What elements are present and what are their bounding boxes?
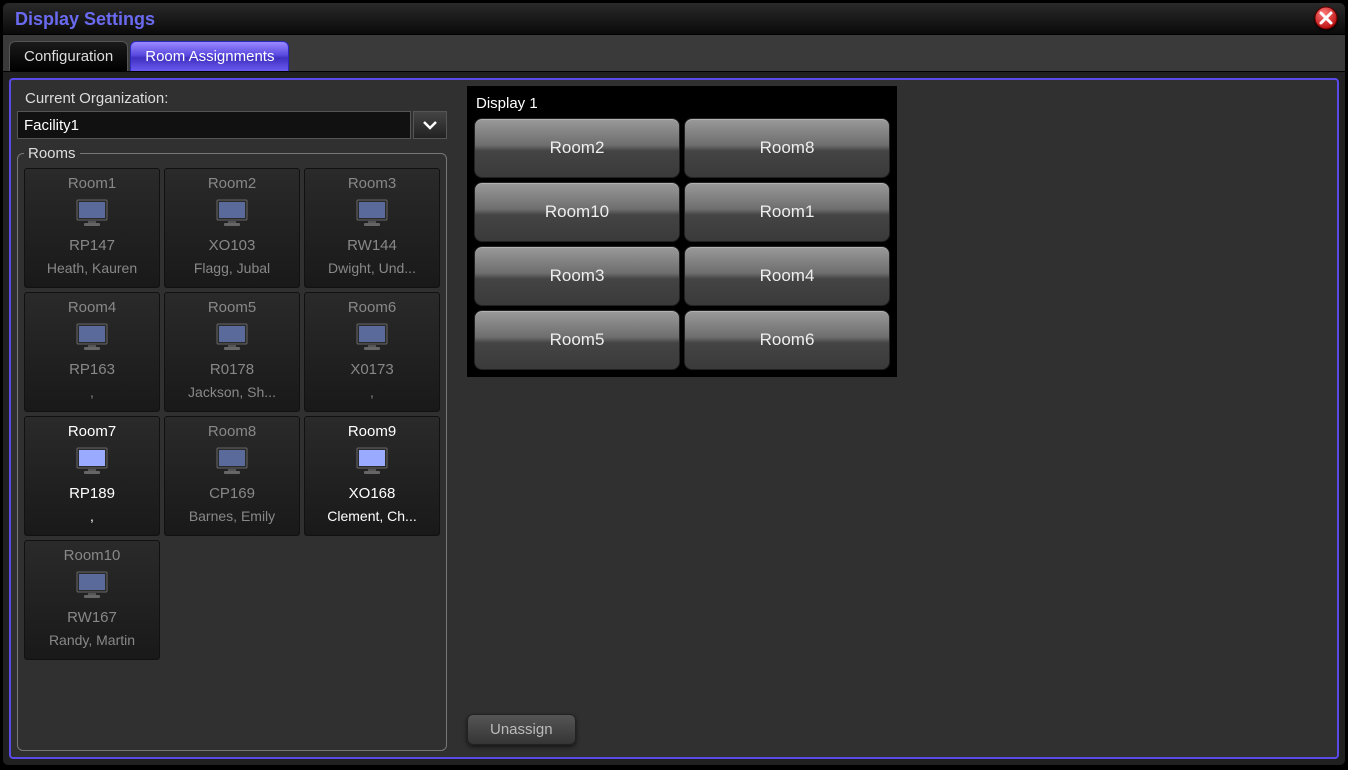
display-title: Display 1 (476, 95, 890, 112)
room-card[interactable]: Room1 RP147 Heath, Kauren (24, 168, 160, 288)
window: Display Settings Configuration Room Assi… (2, 2, 1346, 766)
room-person: , (27, 508, 157, 524)
room-name: Room7 (27, 423, 157, 440)
display-slot[interactable]: Room3 (474, 246, 680, 306)
titlebar: Display Settings (3, 3, 1345, 35)
org-dropdown (17, 111, 447, 139)
display-slot[interactable]: Room4 (684, 246, 890, 306)
monitor-icon (355, 320, 389, 354)
display-slot[interactable]: Room1 (684, 182, 890, 242)
room-card[interactable]: Room6 X0173, (304, 292, 440, 412)
room-person: Dwight, Und... (307, 260, 437, 276)
room-person: Randy, Martin (27, 632, 157, 648)
close-icon (1313, 6, 1339, 30)
content-area: Current Organization: Rooms Room1 RP147 H… (9, 78, 1339, 759)
rooms-fieldset: Rooms Room1 RP147 Heath, Kauren Room2 XO10… (17, 145, 447, 751)
room-person: , (307, 384, 437, 400)
monitor-icon (75, 444, 109, 478)
room-code: RP163 (27, 361, 157, 378)
room-code: RW167 (27, 609, 157, 626)
room-card[interactable]: Room10 RW167 Randy, Martin (24, 540, 160, 660)
monitor-icon (75, 568, 109, 602)
tab-configuration[interactable]: Configuration (9, 41, 128, 71)
room-name: Room4 (27, 299, 157, 316)
display-panel: Display 1 Room2Room8Room10Room1Room3Room… (467, 86, 897, 377)
room-person: Barnes, Emily (167, 508, 297, 524)
room-code: RP189 (27, 485, 157, 502)
window-title: Display Settings (15, 9, 155, 29)
room-person: Heath, Kauren (27, 260, 157, 276)
chevron-down-icon (422, 119, 438, 131)
right-column: Display 1 Room2Room8Room10Room1Room3Room… (447, 86, 1331, 751)
rooms-legend: Rooms (24, 145, 80, 162)
room-person: , (27, 384, 157, 400)
monitor-icon (215, 320, 249, 354)
org-label: Current Organization: (25, 90, 447, 107)
room-card[interactable]: Room2 XO103 Flagg, Jubal (164, 168, 300, 288)
display-slot[interactable]: Room6 (684, 310, 890, 370)
room-code: X0173 (307, 361, 437, 378)
room-card[interactable]: Room7 RP189, (24, 416, 160, 536)
display-slot[interactable]: Room8 (684, 118, 890, 178)
left-column: Current Organization: Rooms Room1 RP147 H… (17, 86, 447, 751)
slot-grid: Room2Room8Room10Room1Room3Room4Room5Room… (474, 118, 890, 370)
room-card[interactable]: Room9 XO168 Clement, Ch... (304, 416, 440, 536)
tab-room-assignments[interactable]: Room Assignments (130, 41, 289, 71)
display-slot[interactable]: Room10 (474, 182, 680, 242)
org-dropdown-value[interactable] (17, 111, 411, 139)
display-slot[interactable]: Room2 (474, 118, 680, 178)
room-person: Clement, Ch... (307, 508, 437, 524)
close-button[interactable] (1311, 5, 1341, 31)
tabbar: Configuration Room Assignments (3, 35, 1345, 72)
rooms-grid: Room1 RP147 Heath, Kauren Room2 XO103 Flagg… (24, 168, 440, 660)
room-code: R0178 (167, 361, 297, 378)
room-name: Room9 (307, 423, 437, 440)
room-name: Room5 (167, 299, 297, 316)
room-card[interactable]: Room3 RW144 Dwight, Und... (304, 168, 440, 288)
monitor-icon (215, 196, 249, 230)
room-code: CP169 (167, 485, 297, 502)
unassign-button[interactable]: Unassign (467, 714, 576, 745)
room-card[interactable]: Room5 R0178 Jackson, Sh... (164, 292, 300, 412)
room-code: RP147 (27, 237, 157, 254)
org-dropdown-toggle[interactable] (413, 111, 447, 139)
monitor-icon (75, 196, 109, 230)
monitor-icon (75, 320, 109, 354)
room-code: XO103 (167, 237, 297, 254)
room-code: RW144 (307, 237, 437, 254)
room-name: Room8 (167, 423, 297, 440)
room-person: Jackson, Sh... (167, 384, 297, 400)
room-name: Room2 (167, 175, 297, 192)
room-name: Room10 (27, 547, 157, 564)
room-name: Room1 (27, 175, 157, 192)
room-card[interactable]: Room8 CP169 Barnes, Emily (164, 416, 300, 536)
room-name: Room3 (307, 175, 437, 192)
room-card[interactable]: Room4 RP163, (24, 292, 160, 412)
room-person: Flagg, Jubal (167, 260, 297, 276)
display-slot[interactable]: Room5 (474, 310, 680, 370)
monitor-icon (215, 444, 249, 478)
room-name: Room6 (307, 299, 437, 316)
monitor-icon (355, 196, 389, 230)
room-code: XO168 (307, 485, 437, 502)
monitor-icon (355, 444, 389, 478)
